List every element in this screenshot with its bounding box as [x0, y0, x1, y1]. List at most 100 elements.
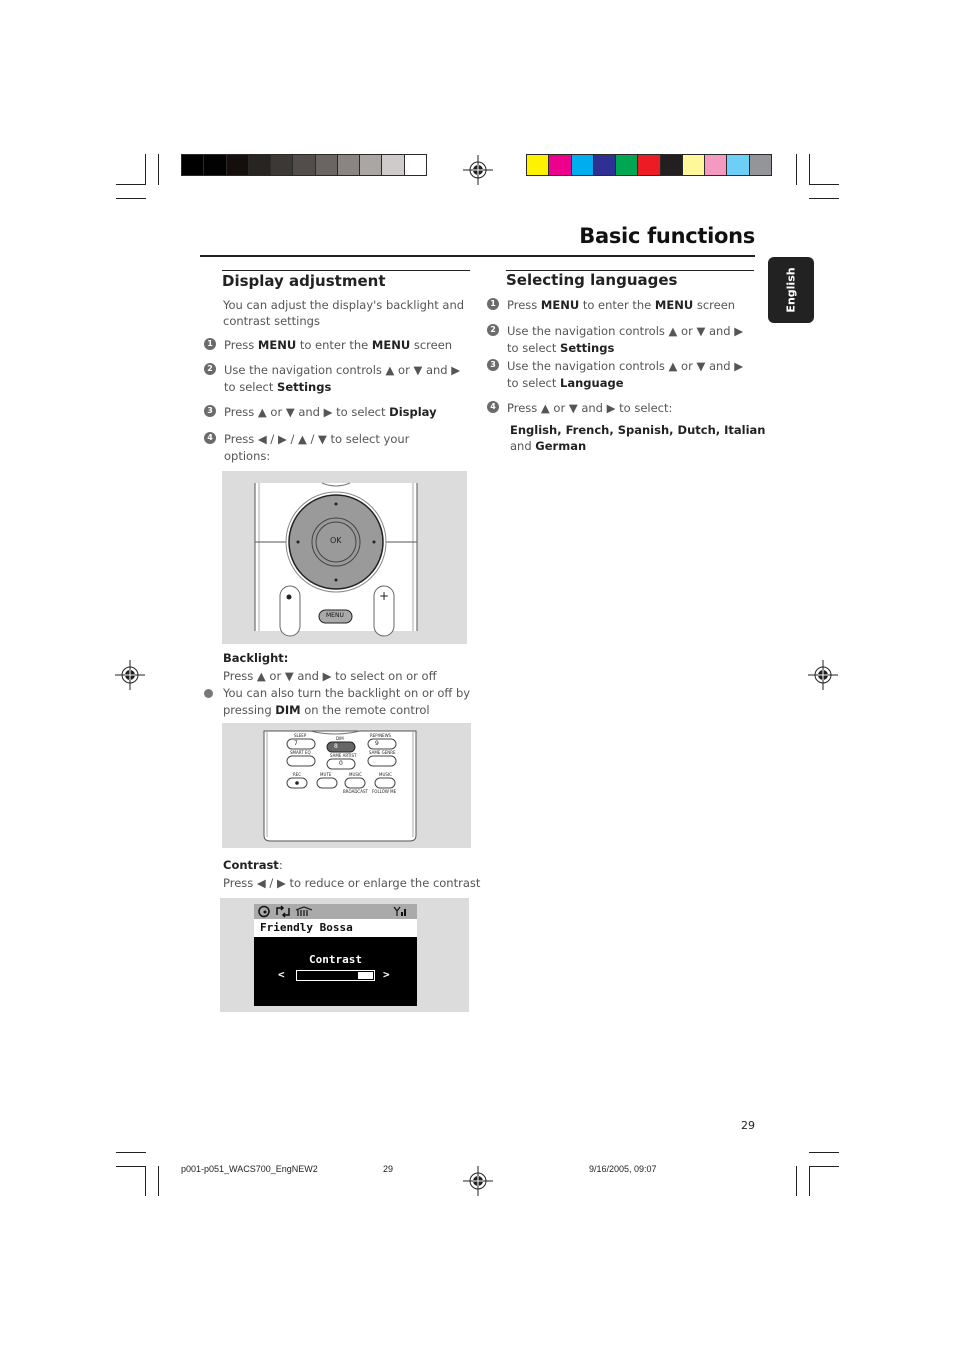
text: English, French, Spanish, Dutch, Italian [510, 423, 766, 437]
process-color-swatch [638, 155, 660, 175]
backlight-note: You can also turn the backlight on or of… [223, 686, 471, 700]
step-number: 4 [487, 401, 499, 413]
grayscale-swatch [182, 155, 204, 175]
grayscale-swatch [248, 155, 271, 175]
grayscale-swatch [226, 155, 248, 175]
text: pressing [223, 703, 276, 717]
step-number: 4 [204, 432, 216, 444]
remote-key-0: 0 [339, 760, 343, 767]
step-text: Use the navigation controls ▲ or ▼ and ▶ [507, 324, 744, 338]
backlight-note: pressing DIM on the remote control [223, 702, 430, 719]
menu-button-label: MENU [326, 612, 344, 619]
crop-mark [796, 154, 797, 185]
registration-mark-icon [463, 155, 493, 185]
text: to enter the [579, 298, 655, 312]
crop-mark [116, 198, 146, 199]
process-color-swatch [749, 155, 771, 175]
process-color-swatch [616, 155, 638, 175]
section-title-display-adjustment: Display adjustment [222, 272, 386, 290]
crop-mark [116, 184, 146, 185]
remote-label-smart-eq: SMART EQ [290, 750, 311, 755]
remote-key-7: 7 [294, 740, 298, 747]
process-color-swatch [660, 155, 682, 175]
backlight-instruction: Press ▲ or ▼ and ▶ to select on or off [223, 669, 437, 683]
remote-navigation-image: OK MENU + [222, 471, 467, 644]
menu-keyword: MENU [257, 338, 297, 352]
step-number: 1 [204, 338, 216, 350]
process-color-swatch [705, 155, 727, 175]
chevron-left-icon[interactable]: < [278, 968, 285, 981]
step-number: 3 [204, 405, 216, 417]
contrast-slider[interactable] [296, 970, 375, 981]
languages-list: English, French, Spanish, Dutch, Italian [510, 422, 766, 439]
process-color-swatch [571, 155, 593, 175]
plus-button-label: + [379, 589, 390, 603]
grayscale-swatch [315, 155, 337, 175]
remote-label-follow-me: FOLLOW ME [372, 789, 397, 794]
contrast-instruction: Press ◀ / ▶ to reduce or enlarge the con… [223, 876, 481, 890]
antenna-icon [393, 906, 401, 916]
network-icon [295, 906, 313, 916]
settings-keyword: Settings [277, 380, 332, 394]
languages-list: and German [510, 438, 586, 455]
remote-control-image: SLEEP DIM REP/NEWS SMART EQ SAME ARTIST … [222, 723, 471, 848]
step-number: 1 [487, 298, 499, 310]
text: German [535, 439, 587, 453]
text: Press [507, 298, 541, 312]
process-color-swatch [549, 155, 571, 175]
process-color-bar [526, 154, 772, 176]
crop-mark [809, 1152, 839, 1153]
registration-mark-icon [808, 660, 838, 690]
display-keyword: Display [389, 405, 437, 419]
text: to select [507, 341, 561, 355]
contrast-slider-fill [358, 972, 373, 979]
remote-label-dim: DIM [336, 736, 344, 741]
process-color-swatch [527, 155, 549, 175]
step-number: 2 [487, 324, 499, 336]
text: to select [224, 380, 278, 394]
section-title-selecting-languages: Selecting languages [506, 271, 678, 289]
step-text: to select Settings [224, 379, 331, 396]
grayscale-swatch [293, 155, 315, 175]
text: Press ▲ or ▼ and ▶ to select [224, 405, 390, 419]
remote-label-rec: REC [293, 772, 302, 777]
repeat-icon [276, 905, 290, 918]
intro-text: contrast settings [223, 314, 320, 328]
footer-filename: p001-p051_WACS700_EngNEW2 [181, 1164, 318, 1174]
grayscale-swatch [404, 155, 426, 175]
language-tab: English [768, 257, 814, 323]
menu-keyword: MENU [540, 298, 580, 312]
text: Contrast [223, 858, 279, 872]
crop-mark [145, 1166, 146, 1196]
step-text: Use the navigation controls ▲ or ▼ and ▶ [507, 359, 744, 373]
grayscale-color-bar [181, 154, 427, 176]
step-number: 2 [204, 363, 216, 375]
crop-mark [158, 154, 159, 185]
settings-keyword: Settings [560, 341, 615, 355]
crop-mark [809, 1166, 839, 1167]
text: to enter the [296, 338, 372, 352]
backlight-label: Backlight: [223, 650, 288, 667]
remote-label-sleep: SLEEP [294, 733, 307, 738]
process-color-swatch [682, 155, 705, 175]
remote-label-music: MUSIC [379, 772, 392, 777]
track-name: Friendly Bossa [260, 921, 353, 934]
chevron-right-icon[interactable]: > [383, 968, 390, 981]
grayscale-swatch [360, 155, 382, 175]
section-rule [222, 270, 470, 271]
remote-label-mute: MUTE [320, 772, 332, 777]
remote-label-rep-news: REP/NEWS [370, 733, 392, 738]
crop-mark [158, 1166, 159, 1196]
ok-button-label: OK [330, 536, 342, 545]
grayscale-swatch [271, 155, 293, 175]
contrast-menu-title: Contrast [309, 953, 362, 966]
text: and [510, 439, 536, 453]
registration-mark-icon [115, 660, 145, 690]
text: Backlight: [223, 651, 289, 665]
remote-label-same-genre: SAME GENRE [369, 750, 396, 755]
crop-mark [145, 154, 146, 185]
crop-mark [116, 1152, 146, 1153]
crop-mark [809, 198, 839, 199]
text: screen [410, 338, 453, 352]
remote-label-broadcast: BROADCAST [343, 789, 368, 794]
